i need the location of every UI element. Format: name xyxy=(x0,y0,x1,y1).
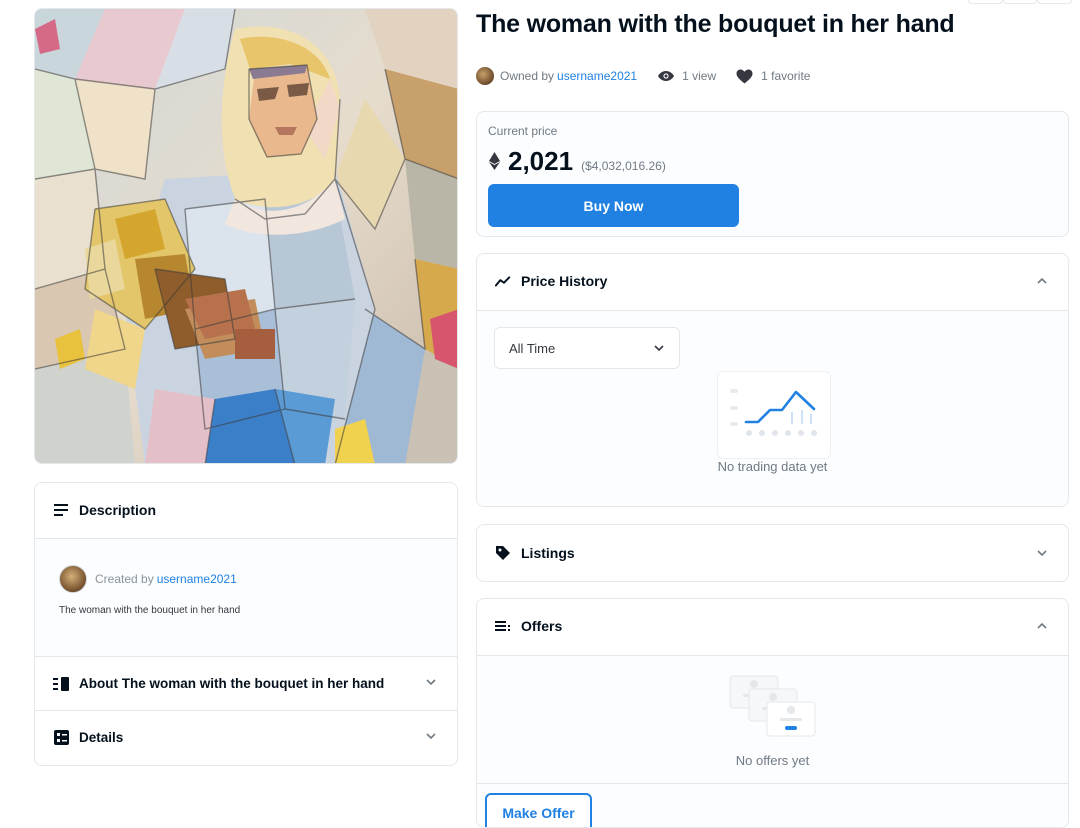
price-history-panel: Price History All Time No trading data y… xyxy=(476,253,1069,507)
price-value: 2,021 xyxy=(508,146,574,176)
chevron-up-icon[interactable] xyxy=(1036,275,1048,287)
description-header[interactable]: Description xyxy=(35,483,457,537)
empty-chart-illustration xyxy=(717,371,831,459)
empty-offers-illustration xyxy=(729,674,819,743)
chevron-up-icon[interactable] xyxy=(1036,620,1048,632)
price-card: Current price 2,021 ($4,032,016.26) Buy … xyxy=(476,111,1069,237)
listings-header[interactable]: Listings xyxy=(477,525,1068,581)
top-action-buttons xyxy=(968,0,1073,4)
artwork-image xyxy=(35,9,457,463)
make-offer-button[interactable]: Make Offer xyxy=(485,793,592,827)
asset-meta: Owned by username2021 1 view 1 favorite xyxy=(476,67,810,85)
owner-link[interactable]: username2021 xyxy=(557,69,637,83)
list-icon xyxy=(495,618,511,634)
action-button[interactable] xyxy=(1002,0,1038,4)
created-by-prefix: Created by xyxy=(95,572,154,586)
offers-header[interactable]: Offers xyxy=(477,599,1068,653)
tag-icon xyxy=(495,545,511,561)
price-row: 2,021 ($4,032,016.26) xyxy=(489,146,666,177)
time-range-value: All Time xyxy=(509,340,556,356)
eye-icon xyxy=(657,70,675,82)
no-offers-text: No offers yet xyxy=(735,753,810,768)
description-body: Created by username2021 The woman with t… xyxy=(35,538,457,657)
ethereum-icon xyxy=(489,152,500,170)
listings-title: Listings xyxy=(521,545,575,561)
action-button[interactable] xyxy=(968,0,1003,4)
creator-link[interactable]: username2021 xyxy=(157,572,237,586)
offers-title: Offers xyxy=(521,618,563,634)
listings-panel: Listings xyxy=(476,524,1069,582)
asset-image[interactable] xyxy=(34,8,458,464)
description-title: Description xyxy=(79,502,157,518)
owner-avatar[interactable] xyxy=(476,67,494,85)
action-button[interactable] xyxy=(1037,0,1073,4)
details-row[interactable]: Details xyxy=(35,710,457,764)
time-range-select[interactable]: All Time xyxy=(494,327,680,369)
about-row[interactable]: About The woman with the bouquet in her … xyxy=(35,656,457,710)
creator-avatar[interactable] xyxy=(59,565,87,593)
price-usd: ($4,032,016.26) xyxy=(581,159,666,173)
trend-icon xyxy=(495,273,511,289)
chevron-down-icon[interactable] xyxy=(1036,547,1048,559)
chevron-down-icon[interactable] xyxy=(425,678,437,690)
owner-prefix: Owned by xyxy=(500,69,555,83)
text-lines-icon xyxy=(53,502,69,518)
favorite-count: 1 favorite xyxy=(761,69,811,83)
price-history-header[interactable]: Price History xyxy=(477,254,1068,308)
columns-icon xyxy=(53,676,69,692)
description-text: The woman with the bouquet in her hand xyxy=(59,605,241,616)
chevron-down-icon xyxy=(653,344,665,352)
divider xyxy=(477,783,1068,784)
details-icon xyxy=(53,730,69,746)
creator-row: Created by username2021 xyxy=(59,565,237,593)
view-count: 1 view xyxy=(682,69,717,83)
price-history-body: All Time No trading data yet xyxy=(477,310,1068,506)
buy-now-button[interactable]: Buy Now xyxy=(488,184,739,227)
heart-icon[interactable] xyxy=(736,69,753,84)
about-title: About The woman with the bouquet in her … xyxy=(79,676,385,691)
chevron-down-icon[interactable] xyxy=(425,732,437,744)
price-history-title: Price History xyxy=(521,273,608,289)
description-panel: Description Created by username2021 The … xyxy=(34,482,458,766)
asset-title: The woman with the bouquet in her hand xyxy=(476,10,955,38)
details-title: Details xyxy=(79,730,124,745)
price-label: Current price xyxy=(488,124,558,138)
no-trading-data-text: No trading data yet xyxy=(717,459,828,474)
offers-panel: Offers No offers yet Make Offer xyxy=(476,598,1069,828)
